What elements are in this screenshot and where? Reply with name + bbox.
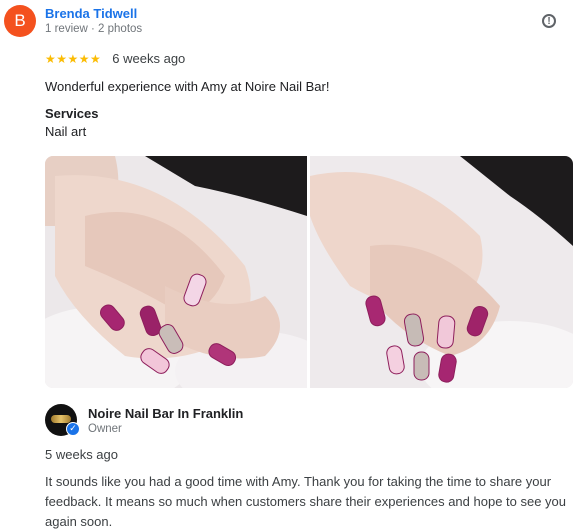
owner-role: Owner [88,423,122,435]
reply-text: It sounds like you had a good time with … [45,474,567,529]
nail-photo-1-image [45,156,307,388]
report-icon[interactable]: ! [542,14,556,28]
verified-check-icon: ✓ [66,422,80,436]
review-date: 6 weeks ago [112,51,186,66]
star-rating: ★★★★★ [45,51,102,66]
reviewer-meta: 1 review · 2 photos [45,23,143,35]
owner-name: Noire Nail Bar In Franklin [88,406,244,421]
review-photo-1[interactable] [45,156,307,388]
services-label: Services [45,106,99,121]
reviewer-name[interactable]: Brenda Tidwell [45,6,137,21]
rating-row: ★★★★★ 6 weeks ago [45,51,185,66]
reply-date: 5 weeks ago [45,447,118,462]
logo-mark [51,415,71,423]
reviewer-avatar[interactable]: B [4,5,36,37]
services-value: Nail art [45,124,87,139]
nail-photo-2-image [310,156,573,388]
review-photo-2[interactable] [310,156,573,388]
review-text: Wonderful experience with Amy at Noire N… [45,79,330,94]
